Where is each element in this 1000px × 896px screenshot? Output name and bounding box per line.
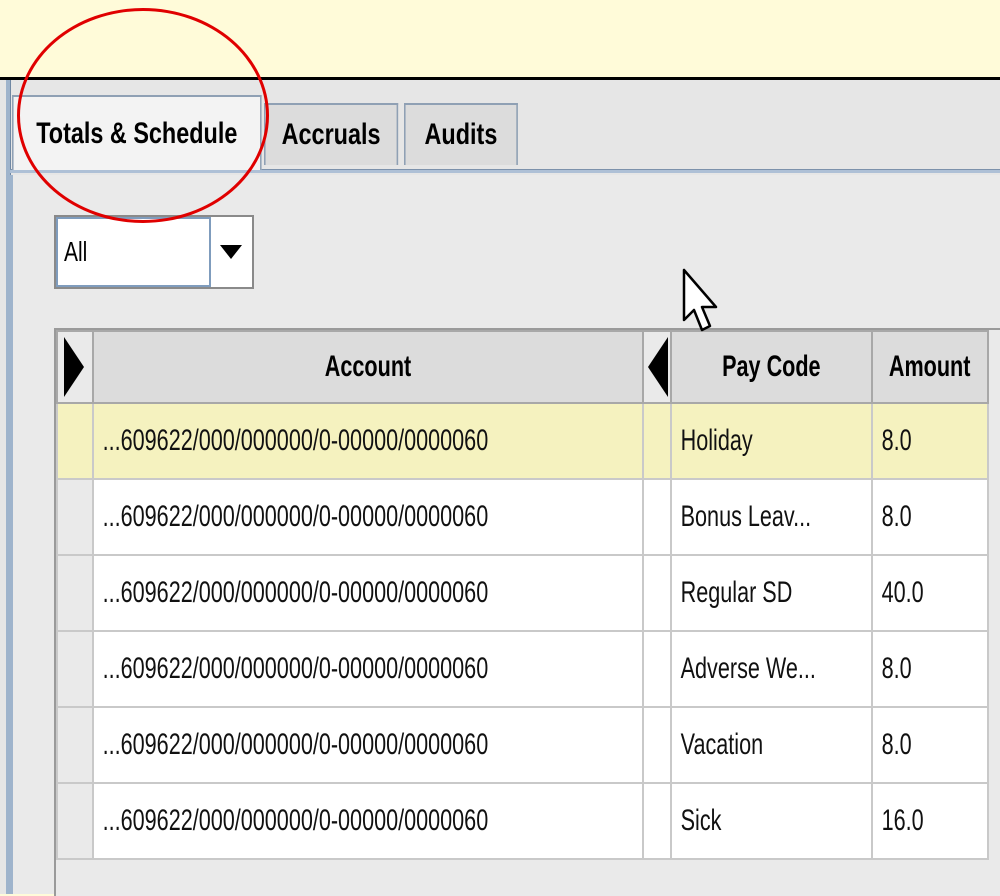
- triangle-right-icon: [64, 337, 84, 397]
- amount-cell[interactable]: 16.0: [871, 782, 989, 860]
- row-header: [56, 402, 94, 480]
- pay-code-cell[interactable]: Adverse We...: [669, 630, 874, 708]
- expand-left-handle[interactable]: [56, 330, 94, 404]
- account-text: ...609622/000/000000/0-00000/0000060: [102, 576, 489, 609]
- account-text: ...609622/000/000000/0-00000/0000060: [102, 424, 489, 457]
- totals-table: Account Pay Code Amount ...609622/000/00…: [54, 328, 1000, 896]
- row-separator: [641, 706, 672, 784]
- amount-cell[interactable]: 8.0: [871, 478, 989, 556]
- pay-code-cell[interactable]: Sick: [669, 782, 874, 860]
- triangle-left-icon: [647, 337, 668, 397]
- totals-grid: Account Pay Code Amount ...609622/000/00…: [56, 330, 989, 860]
- filter-dropdown[interactable]: All: [54, 215, 254, 289]
- panel-edge: [10, 175, 13, 894]
- caret-down-icon[interactable]: [220, 245, 242, 259]
- column-header-account[interactable]: Account: [92, 330, 644, 404]
- tab-label: Accruals: [281, 118, 381, 151]
- account-cell[interactable]: ...609622/000/000000/0-00000/0000060: [92, 554, 644, 632]
- pay-code-cell[interactable]: Regular SD: [669, 554, 874, 632]
- filter-selected-text: All: [64, 236, 88, 267]
- column-header-label: Amount: [889, 350, 971, 383]
- table-header-row: Account Pay Code Amount: [56, 330, 989, 404]
- row-separator: [641, 630, 672, 708]
- row-header: [56, 478, 94, 556]
- amount-cell[interactable]: 40.0: [871, 554, 989, 632]
- pay-code-text: Sick: [680, 804, 721, 837]
- table-row[interactable]: ...609622/000/000000/0-00000/0000060 Adv…: [56, 630, 989, 708]
- column-header-amount[interactable]: Amount: [871, 330, 989, 404]
- row-header: [56, 782, 94, 860]
- app-frame: Totals & Schedule Accruals Audits All Ac…: [0, 77, 1000, 896]
- column-header-label: Pay Code: [722, 350, 821, 383]
- amount-text: 40.0: [882, 576, 925, 609]
- row-separator: [641, 554, 672, 632]
- pay-code-cell[interactable]: Holiday: [669, 402, 874, 480]
- tab-totals-schedule[interactable]: Totals & Schedule: [12, 95, 262, 170]
- amount-text: 8.0: [882, 424, 913, 457]
- pay-code-cell[interactable]: Bonus Leav...: [669, 478, 874, 556]
- table-row[interactable]: ...609622/000/000000/0-00000/0000060 Sic…: [56, 782, 989, 860]
- amount-cell[interactable]: 8.0: [871, 402, 989, 480]
- pay-code-text: Holiday: [680, 424, 753, 457]
- pay-code-text: Bonus Leav...: [680, 500, 811, 533]
- row-header: [56, 554, 94, 632]
- account-cell[interactable]: ...609622/000/000000/0-00000/0000060: [92, 630, 644, 708]
- row-separator: [641, 402, 672, 480]
- table-row[interactable]: ...609622/000/000000/0-00000/0000060 Hol…: [56, 402, 989, 480]
- tab-accruals[interactable]: Accruals: [264, 103, 399, 165]
- column-header-pay-code[interactable]: Pay Code: [669, 330, 874, 404]
- column-header-label: Account: [324, 350, 411, 383]
- pay-code-text: Adverse We...: [680, 652, 816, 685]
- account-cell[interactable]: ...609622/000/000000/0-00000/0000060: [92, 782, 644, 860]
- table-row[interactable]: ...609622/000/000000/0-00000/0000060 Reg…: [56, 554, 989, 632]
- account-cell[interactable]: ...609622/000/000000/0-00000/0000060: [92, 478, 644, 556]
- mouse-pointer-icon: [682, 268, 718, 332]
- account-text: ...609622/000/000000/0-00000/0000060: [102, 652, 489, 685]
- table-row[interactable]: ...609622/000/000000/0-00000/0000060 Vac…: [56, 706, 989, 784]
- tab-label: Audits: [424, 118, 498, 151]
- account-text: ...609622/000/000000/0-00000/0000060: [102, 500, 489, 533]
- row-separator: [641, 478, 672, 556]
- pay-code-cell[interactable]: Vacation: [669, 706, 874, 784]
- amount-text: 8.0: [882, 500, 913, 533]
- totals-panel: All Account Pay Code Amount ...609622/00…: [10, 175, 1000, 896]
- amount-cell[interactable]: 8.0: [871, 630, 989, 708]
- account-text: ...609622/000/000000/0-00000/0000060: [102, 804, 489, 837]
- amount-text: 16.0: [882, 804, 925, 837]
- account-text: ...609622/000/000000/0-00000/0000060: [102, 728, 489, 761]
- amount-text: 8.0: [882, 728, 913, 761]
- row-header: [56, 630, 94, 708]
- expand-right-handle[interactable]: [641, 330, 672, 404]
- tab-label: Totals & Schedule: [36, 116, 238, 150]
- tab-audits[interactable]: Audits: [404, 103, 518, 165]
- account-cell[interactable]: ...609622/000/000000/0-00000/0000060: [92, 706, 644, 784]
- row-header: [56, 706, 94, 784]
- pay-code-text: Regular SD: [680, 576, 792, 609]
- amount-text: 8.0: [882, 652, 913, 685]
- amount-cell[interactable]: 8.0: [871, 706, 989, 784]
- table-row[interactable]: ...609622/000/000000/0-00000/0000060 Bon…: [56, 478, 989, 556]
- pay-code-text: Vacation: [680, 728, 763, 761]
- account-cell[interactable]: ...609622/000/000000/0-00000/0000060: [92, 402, 644, 480]
- filter-value: All: [56, 217, 211, 287]
- row-separator: [641, 782, 672, 860]
